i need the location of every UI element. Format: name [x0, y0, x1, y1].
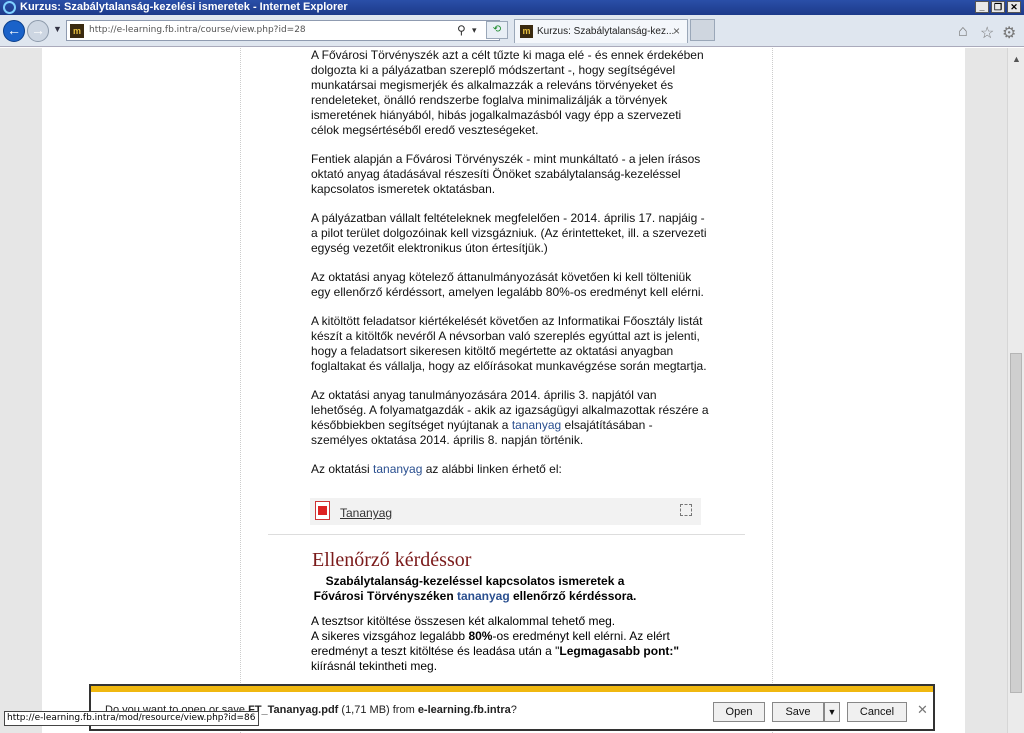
resource-item[interactable]: Tananyag [310, 498, 701, 525]
notification-accent [91, 686, 933, 692]
status-url-tooltip: http://e-learning.fb.intra/mod/resource/… [4, 711, 259, 726]
quiz-bold: 80% [468, 629, 493, 643]
close-window-button[interactable]: ✕ [1007, 1, 1021, 13]
save-button[interactable]: Save [772, 702, 824, 722]
paragraph-text: Az oktatási [311, 462, 374, 476]
quiz-line: kiírásnál tekintheti meg. [311, 659, 438, 673]
resource-link-tananyag[interactable]: Tananyag [340, 506, 392, 520]
tab-favicon-icon: m [520, 25, 533, 38]
paragraph: A kitöltött feladatsor kiértékelését köv… [311, 314, 707, 373]
search-icon[interactable]: ⚲ [457, 23, 466, 37]
vertical-scrollbar[interactable]: ▲ [1007, 48, 1024, 733]
new-tab-button[interactable] [690, 19, 715, 41]
browser-tab[interactable]: m Kurzus: Szabálytalanság-kez... × [514, 19, 688, 43]
forward-button[interactable]: → [27, 20, 49, 42]
quiz-line: A sikeres vizsgához legalább 80%-os ered… [311, 629, 711, 659]
quiz-description: A tesztsor kitöltése összesen két alkalo… [311, 614, 711, 674]
address-url[interactable]: http://e-learning.fb.intra/course/view.p… [89, 25, 306, 35]
page-left-margin [0, 48, 42, 733]
completion-checkbox[interactable] [680, 504, 692, 516]
paragraph: A pályázatban vállalt feltételeknek megf… [311, 211, 707, 255]
page-right-margin [965, 48, 1007, 733]
section-divider [268, 534, 745, 535]
column-divider [772, 48, 773, 733]
download-suffix: ? [510, 704, 517, 716]
back-button[interactable]: ← [3, 20, 25, 42]
settings-gear-icon[interactable]: ⚙ [1002, 23, 1016, 43]
quiz-line: A tesztsor kitöltése összesen két alkalo… [311, 614, 616, 628]
paragraph-text: az alábbi linken érhető el: [422, 462, 562, 476]
history-dropdown-icon[interactable]: ▼ [53, 24, 62, 34]
minimize-button[interactable]: _ [975, 1, 989, 13]
page-viewport: A Fővárosi Törvényszék azt a célt tűzte … [0, 48, 1007, 733]
ie-logo-icon [3, 1, 16, 14]
restore-button[interactable]: ❐ [991, 1, 1005, 13]
refresh-icon[interactable]: ⟲ [486, 21, 508, 39]
close-notification-icon[interactable]: ✕ [917, 702, 928, 718]
download-filename: FT_Tananyag.pdf [248, 704, 339, 716]
open-button[interactable]: Open [713, 702, 765, 722]
paragraph: Az oktatási anyag kötelező áttanulmányoz… [311, 270, 704, 299]
cancel-button[interactable]: Cancel [847, 702, 907, 722]
glossary-link-tananyag[interactable]: tananyag [512, 418, 561, 432]
quiz-text: A sikeres vizsgához legalább [311, 629, 469, 643]
quiz-bold: Legmagasabb pont:" [559, 644, 680, 658]
navigation-bar: ← → ▼ m http://e-learning.fb.intra/cours… [0, 15, 1024, 47]
tab-title: Kurzus: Szabálytalanság-kez... [537, 26, 675, 37]
scroll-up-icon[interactable]: ▲ [1012, 54, 1021, 64]
scroll-thumb[interactable] [1010, 353, 1022, 693]
paragraph: Az oktatási anyag tanulmányozására 2014.… [311, 388, 711, 448]
window-title: Kurzus: Szabálytalanság-kezelési ismeret… [20, 1, 348, 13]
course-summary: A Fővárosi Törvényszék azt a célt tűzte … [311, 48, 711, 491]
title-bar: Kurzus: Szabálytalanság-kezelési ismeret… [0, 0, 1024, 15]
download-host: e-learning.fb.intra [417, 704, 511, 716]
address-dropdown-icon[interactable]: ▾ [472, 25, 477, 36]
favorites-star-icon[interactable]: ☆ [980, 23, 994, 43]
save-options-dropdown[interactable]: ▼ [824, 702, 840, 722]
glossary-link-tananyag[interactable]: tananyag [457, 589, 510, 603]
download-size: (1,71 MB) from [338, 704, 418, 716]
paragraph: Fentiek alapján a Fővárosi Törvényszék -… [311, 152, 701, 196]
column-divider [240, 48, 241, 733]
site-favicon-icon: m [70, 24, 84, 38]
address-bar[interactable]: m http://e-learning.fb.intra/course/view… [66, 20, 500, 41]
quiz-intro: Szabálytalanság-kezeléssel kapcsolatos i… [300, 574, 650, 604]
pdf-icon [315, 501, 330, 520]
paragraph: A Fővárosi Törvényszék azt a célt tűzte … [311, 48, 704, 137]
section-title: Ellenőrző kérdéssor [312, 549, 472, 571]
home-icon[interactable]: ⌂ [958, 23, 968, 41]
tab-close-icon[interactable]: × [673, 24, 680, 38]
paragraph: Az oktatási tananyag az alábbi linken ér… [311, 462, 711, 477]
quiz-intro-text: ellenőrző kérdéssora. [509, 589, 637, 603]
glossary-link-tananyag[interactable]: tananyag [373, 462, 422, 476]
